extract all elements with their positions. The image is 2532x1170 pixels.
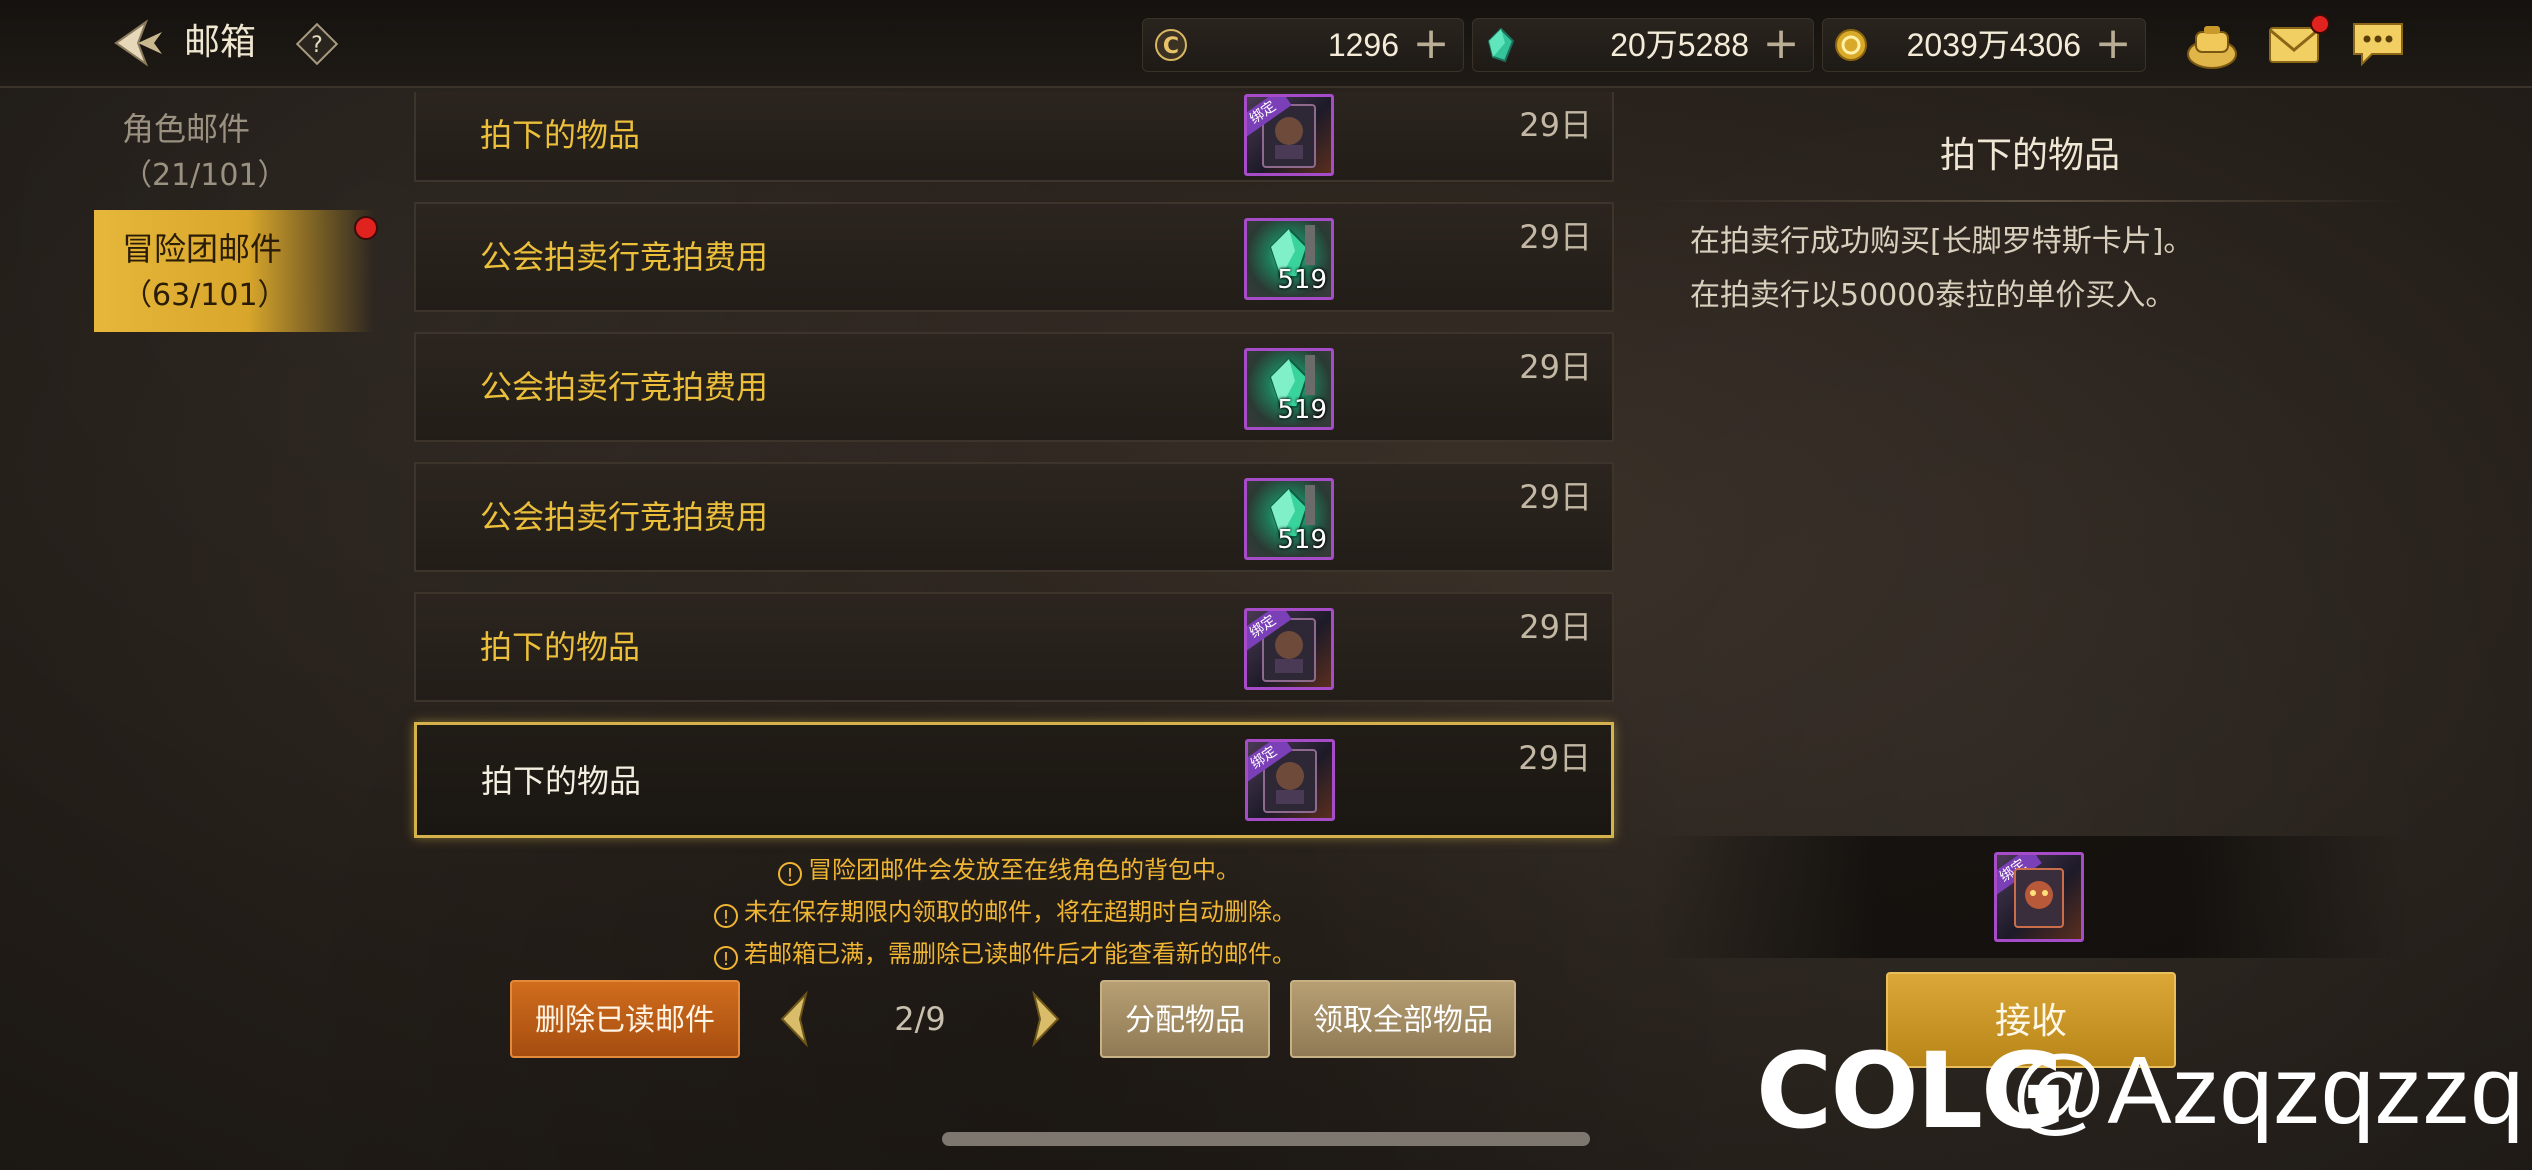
mail-row[interactable]: 公会拍卖行竞拍费用 519 29日 <box>414 202 1614 312</box>
mail-row[interactable]: 拍下的物品 绑定 29日 <box>414 592 1614 702</box>
attachment-item-card[interactable]: 绑定 <box>1994 852 2084 942</box>
mail-row[interactable]: 拍下的物品 绑定 29日 <box>414 92 1614 182</box>
mail-row[interactable]: 拍下的物品 绑定 29日 <box>414 722 1614 838</box>
detail-line: 在拍卖行成功购买[长脚罗特斯卡片]。 <box>1690 224 2194 259</box>
detail-line: 在拍卖行以50000泰拉的单价买入。 <box>1690 278 2176 313</box>
mail-subject: 拍下的物品 <box>480 116 641 154</box>
currency-value: 20万5288 <box>1610 27 1749 63</box>
mail-expiry-days: 29日 <box>1519 348 1592 386</box>
currency-coin-c: C 1296 + <box>1142 18 1464 72</box>
back-arrow-icon[interactable] <box>108 18 164 68</box>
item-thumb-crystal[interactable]: 519 <box>1244 348 1334 430</box>
item-quantity: 519 <box>1277 395 1327 425</box>
warning-icon: ! <box>778 862 802 886</box>
add-currency-button[interactable]: + <box>1761 22 1801 66</box>
mail-row[interactable]: 公会拍卖行竞拍费用 519 29日 <box>414 462 1614 572</box>
bag-icon[interactable] <box>2182 14 2242 74</box>
item-quantity: 519 <box>1277 525 1327 555</box>
mail-notification-dot <box>2310 14 2330 34</box>
help-icon[interactable]: ? <box>295 22 339 66</box>
tab-adventure-team-mail[interactable]: 冒险团邮件 （63/101） <box>94 210 374 332</box>
currency-value: 1296 <box>1327 27 1399 63</box>
add-currency-button[interactable]: + <box>1411 22 1451 66</box>
item-quantity: 519 <box>1277 265 1327 295</box>
detail-divider <box>1650 200 2410 202</box>
mail-expiry-days: 29日 <box>1519 608 1592 646</box>
item-thumb-card[interactable]: 绑定 <box>1245 739 1335 821</box>
notice-text: 若邮箱已满，需删除已读邮件后才能查看新的邮件。 <box>744 940 1296 968</box>
mail-expiry-days: 29日 <box>1518 739 1591 777</box>
chat-icon[interactable] <box>2348 14 2408 74</box>
currency-value: 2039万4306 <box>1906 27 2081 63</box>
delete-read-mail-button[interactable]: 删除已读邮件 <box>510 980 740 1058</box>
item-thumb-card[interactable]: 绑定 <box>1244 608 1334 690</box>
tab-count: （63/101） <box>122 278 288 313</box>
item-thumb-card[interactable]: 绑定 <box>1244 94 1334 176</box>
detail-title: 拍下的物品 <box>1939 135 2120 176</box>
watermark-username: @Azqzqzzq <box>2010 1037 2524 1144</box>
gold-coin-icon <box>1835 29 1867 61</box>
claim-all-items-button[interactable]: 领取全部物品 <box>1290 980 1516 1058</box>
tab-label: 冒险团邮件 <box>122 230 283 268</box>
coin-c-icon: C <box>1155 29 1187 61</box>
mail-subject: 公会拍卖行竞拍费用 <box>480 238 769 276</box>
svg-text:C: C <box>1163 34 1179 59</box>
warning-icon: ! <box>714 946 738 970</box>
home-indicator[interactable] <box>942 1132 1590 1146</box>
mail-row[interactable]: 公会拍卖行竞拍费用 519 29日 <box>414 332 1614 442</box>
currency-crystal: 20万5288 + <box>1472 18 1814 72</box>
mail-subject: 拍下的物品 <box>481 762 642 800</box>
warning-icon: ! <box>714 904 738 928</box>
notice-text: 未在保存期限内领取的邮件，将在超期时自动删除。 <box>744 898 1296 926</box>
currency-gold: 2039万4306 + <box>1822 18 2146 72</box>
mail-subject: 公会拍卖行竞拍费用 <box>480 368 769 406</box>
mail-expiry-days: 29日 <box>1519 478 1592 516</box>
green-crystal-icon <box>1487 27 1515 63</box>
notice-text: 冒险团邮件会发放至在线角色的背包中。 <box>808 856 1240 884</box>
tab-label: 角色邮件 <box>122 110 251 148</box>
next-page-icon[interactable] <box>1020 990 1064 1048</box>
item-thumb-crystal[interactable]: 519 <box>1244 218 1334 300</box>
page-title: 邮箱 <box>184 22 257 63</box>
add-currency-button[interactable]: + <box>2093 22 2133 66</box>
monster-card-icon <box>2014 868 2064 928</box>
item-thumb-crystal[interactable]: 519 <box>1244 478 1334 560</box>
prev-page-icon[interactable] <box>776 990 820 1048</box>
page-indicator: 2/9 <box>894 1000 946 1038</box>
top-bar: 邮箱 ? C 1296 + 20万5288 + 2039万4306 + <box>0 0 2532 88</box>
svg-text:?: ? <box>311 33 323 58</box>
tab-count: （21/101） <box>122 158 288 193</box>
mail-expiry-days: 29日 <box>1519 106 1592 144</box>
tab-notification-dot <box>354 216 378 240</box>
tab-character-mail[interactable]: 角色邮件 （21/101） <box>94 90 374 212</box>
mail-expiry-days: 29日 <box>1519 218 1592 256</box>
mail-subject: 拍下的物品 <box>480 628 641 666</box>
mail-subject: 公会拍卖行竞拍费用 <box>480 498 769 536</box>
distribute-items-button[interactable]: 分配物品 <box>1100 980 1270 1058</box>
